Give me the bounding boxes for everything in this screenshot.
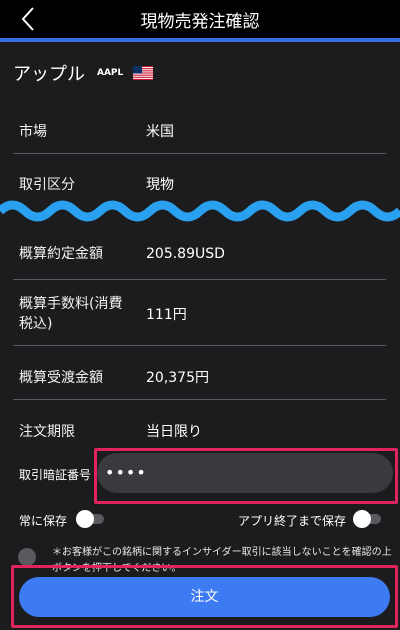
save-until-exit-toggle[interactable] — [353, 510, 383, 528]
settlement-amount-label: 概算受渡金額 — [19, 370, 103, 386]
pin-input[interactable]: •••• — [97, 453, 393, 493]
always-save-knob — [76, 510, 94, 528]
page-title: 現物売発注確認 — [140, 12, 260, 32]
us-flag-icon — [133, 66, 154, 80]
market-label: 市場 — [19, 124, 47, 140]
stock-ticker: AAPL — [97, 68, 124, 78]
market-value: 米国 — [146, 124, 174, 140]
trade-type-value: 現物 — [146, 177, 174, 193]
save-until-exit-knob — [353, 510, 371, 528]
estimated-amount-value: 205.89USD — [146, 246, 225, 262]
always-save-label: 常に保存 — [19, 514, 68, 528]
always-save-toggle[interactable] — [76, 510, 106, 528]
settlement-amount-value: 20,375円 — [146, 370, 209, 386]
wave-divider — [0, 200, 400, 222]
estimated-fee-row: 概算手数料(消費 税込) 111円 — [13, 280, 386, 346]
accent-bar — [0, 38, 400, 42]
estimated-fee-value: 111円 — [146, 307, 187, 323]
order-expiry-label: 注文期限 — [19, 424, 75, 440]
trade-type-label: 取引区分 — [19, 177, 75, 193]
settlement-amount-row: 概算受渡金額 20,375円 — [13, 346, 386, 400]
order-button[interactable]: 注文 — [19, 577, 390, 617]
stock-name: アップル — [13, 64, 85, 85]
save-until-exit-label: アプリ終了まで保存 — [238, 514, 347, 528]
stock-info: アップル AAPL — [13, 61, 154, 85]
order-expiry-value: 当日限り — [146, 424, 202, 440]
header-bar: 現物売発注確認 — [0, 0, 400, 38]
market-row: 市場 米国 — [13, 112, 386, 154]
estimated-amount-row: 概算約定金額 205.89USD — [13, 230, 386, 280]
insider-confirm-checkbox[interactable] — [18, 548, 36, 566]
estimated-amount-label: 概算約定金額 — [19, 246, 103, 262]
pin-label: 取引暗証番号 — [19, 468, 92, 482]
estimated-fee-label: 概算手数料(消費 税込) — [19, 296, 123, 332]
order-expiry-row: 注文期限 当日限り — [13, 400, 386, 446]
